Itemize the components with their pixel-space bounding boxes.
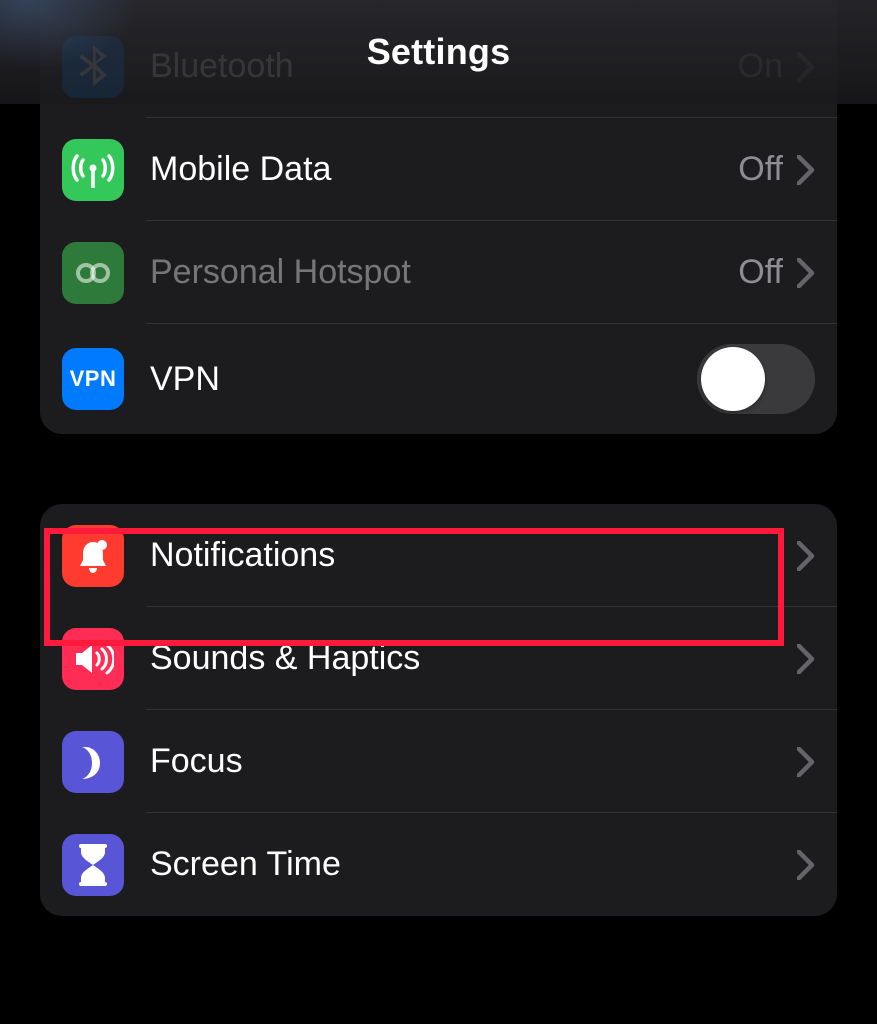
moon-icon [62, 731, 124, 793]
row-notifications[interactable]: Notifications [40, 504, 837, 607]
row-personal-hotspot[interactable]: Personal Hotspot Off [40, 221, 837, 324]
settings-group-general: Notifications [40, 504, 837, 916]
row-label: Focus [150, 742, 797, 781]
speaker-icon [62, 628, 124, 690]
chevron-right-icon [797, 541, 815, 571]
chevron-right-icon [797, 155, 815, 185]
row-vpn[interactable]: VPN VPN [40, 324, 837, 434]
vpn-toggle[interactable] [697, 344, 815, 414]
bell-icon [62, 525, 124, 587]
row-label: Notifications [150, 536, 797, 575]
row-focus[interactable]: Focus [40, 710, 837, 813]
row-label: Sounds & Haptics [150, 639, 797, 678]
chevron-right-icon [797, 850, 815, 880]
row-label: Mobile Data [150, 150, 738, 189]
chevron-right-icon [797, 258, 815, 288]
row-sounds-haptics[interactable]: Sounds & Haptics [40, 607, 837, 710]
row-mobile-data[interactable]: Mobile Data Off [40, 118, 837, 221]
row-value: Off [738, 253, 783, 292]
vpn-icon: VPN [62, 348, 124, 410]
chevron-right-icon [797, 747, 815, 777]
row-screen-time[interactable]: Screen Time [40, 813, 837, 916]
page-title: Settings [367, 31, 511, 73]
settings-scroll[interactable]: Bluetooth On [0, 0, 877, 1024]
row-label: VPN [150, 360, 697, 399]
row-label: Personal Hotspot [150, 253, 738, 292]
hotspot-icon [62, 242, 124, 304]
row-value: Off [738, 150, 783, 189]
row-label: Screen Time [150, 845, 797, 884]
chevron-right-icon [797, 644, 815, 674]
hourglass-icon [62, 834, 124, 896]
nav-header: Settings [0, 0, 877, 104]
antenna-icon [62, 139, 124, 201]
